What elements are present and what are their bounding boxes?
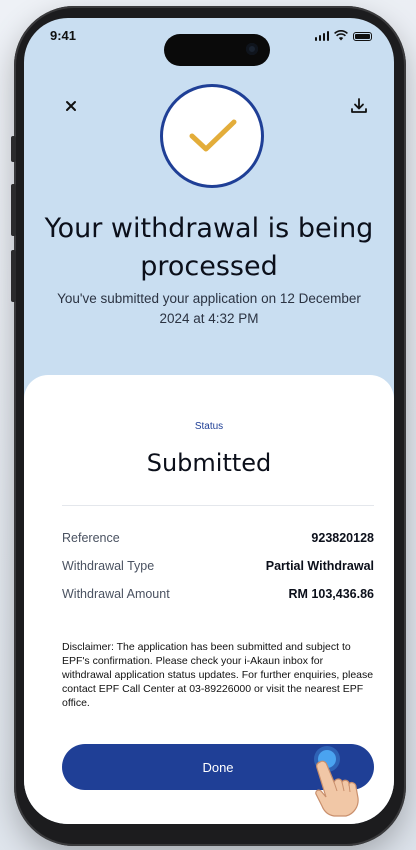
phone-volume-up (11, 184, 16, 236)
done-button-label: Done (202, 759, 234, 775)
phone-side-button (11, 136, 16, 162)
detail-row-withdrawal-type: Withdrawal Type Partial Withdrawal (62, 559, 374, 573)
download-button[interactable] (344, 91, 374, 121)
detail-key: Reference (62, 531, 120, 545)
wifi-icon (334, 30, 348, 41)
submission-subtitle: You've submitted your application on 12 … (57, 291, 361, 326)
app-screen: 9:41 Your withdrawal is being processed … (24, 18, 394, 824)
status-time: 9:41 (50, 28, 77, 43)
detail-key: Withdrawal Type (62, 559, 155, 573)
close-button[interactable] (56, 91, 86, 121)
phone-volume-down (11, 250, 16, 302)
divider (62, 505, 374, 506)
detail-value: RM 103,436.86 (288, 587, 374, 601)
disclaimer-text: Disclaimer: The application has been sub… (62, 641, 374, 709)
detail-row-reference: Reference 923820128 (62, 531, 374, 545)
download-icon (351, 98, 367, 113)
detail-value: Partial Withdrawal (265, 559, 374, 573)
camera-icon (246, 43, 258, 55)
page-title: Your withdrawal is being processed (44, 213, 374, 282)
success-badge (160, 84, 264, 188)
detail-value: 923820128 (311, 531, 374, 545)
status-label: Status (194, 421, 224, 432)
pointing-hand-icon (315, 760, 359, 817)
status-value: Submitted (146, 449, 272, 477)
detail-row-withdrawal-amount: Withdrawal Amount RM 103,436.86 (62, 587, 374, 601)
details-card: Status Submitted Reference 923820128 Wit… (24, 375, 394, 824)
checkmark-icon (189, 119, 237, 152)
detail-key: Withdrawal Amount (62, 587, 170, 601)
close-icon (66, 101, 76, 111)
status-icons (314, 30, 372, 41)
dynamic-island (164, 34, 270, 66)
signal-icon (314, 31, 329, 41)
battery-icon (353, 32, 372, 41)
